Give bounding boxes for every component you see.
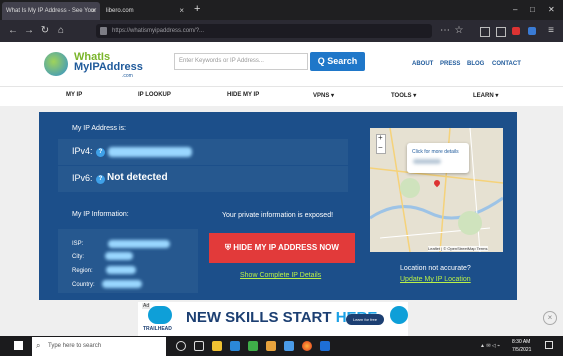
nav-ip-lookup[interactable]: IP LOOKUP: [138, 92, 171, 98]
address-bar[interactable]: https://whatismyipaddress.com/?...: [96, 24, 432, 38]
cortana-icon[interactable]: [176, 341, 186, 351]
map-popup-text[interactable]: Click for more details: [412, 149, 466, 155]
city-label: City:: [72, 254, 84, 260]
search-icon: ⌕: [36, 341, 41, 350]
app-icon[interactable]: [284, 341, 294, 351]
ad-close-icon[interactable]: ×: [543, 311, 557, 325]
nav-link-contact[interactable]: CONTACT: [492, 61, 521, 67]
map-popup[interactable]: [407, 143, 469, 173]
ad-brand: TRAILHEAD: [143, 326, 172, 332]
store-icon[interactable]: [230, 341, 240, 351]
tab-label: What Is My IP Address - See Your: [6, 8, 97, 14]
map-popup-location-redacted: [413, 159, 441, 164]
notification-center-icon[interactable]: [545, 341, 553, 349]
hide-my-ip-button[interactable]: ⛨ HIDE MY IP ADDRESS NOW: [209, 233, 355, 263]
nav-link-press[interactable]: PRESS: [440, 61, 460, 67]
logo-text[interactable]: MyIPAddress: [74, 62, 143, 73]
extension-icon[interactable]: [512, 27, 520, 35]
nav-hide-my-ip[interactable]: HIDE MY IP: [227, 92, 259, 98]
close-icon[interactable]: ×: [179, 2, 184, 20]
library-icon[interactable]: [480, 27, 490, 37]
star-icon[interactable]: ☆: [452, 24, 466, 38]
exposed-warning: Your private information is exposed!: [222, 212, 334, 219]
firefox-icon[interactable]: [302, 341, 312, 351]
map-attribution[interactable]: Leaflet | © OpenStreetMap Terms: [428, 246, 488, 251]
more-icon[interactable]: ⋯: [438, 24, 452, 38]
clock-time[interactable]: 8:30 AM: [512, 339, 530, 345]
country-value-redacted: [102, 280, 142, 288]
maximize-button[interactable]: □: [530, 5, 535, 14]
clock-date[interactable]: 7/5/2021: [512, 347, 531, 353]
zoom-out-button[interactable]: −: [378, 143, 383, 152]
nav-vpns[interactable]: VPNS ▾: [313, 92, 334, 99]
lock-icon: [100, 27, 107, 35]
nav-tools[interactable]: TOOLS ▾: [391, 92, 416, 99]
close-icon[interactable]: ×: [91, 2, 96, 20]
region-label: Region:: [72, 268, 93, 274]
ipv6-value: Not detected: [107, 172, 168, 183]
search-input[interactable]: Enter Keywords or IP Address...: [174, 53, 308, 70]
ad-badge: Ad: [142, 303, 151, 309]
zoom-in-button[interactable]: +: [378, 133, 383, 142]
nav-my-ip[interactable]: MY IP: [66, 92, 82, 98]
minimize-button[interactable]: –: [513, 5, 517, 14]
help-icon[interactable]: ?: [96, 148, 105, 157]
app-icon[interactable]: [320, 341, 330, 351]
city-value-redacted: [105, 252, 133, 260]
region-value-redacted: [106, 266, 136, 274]
nav-link-blog[interactable]: BLOG: [467, 61, 484, 67]
app-icon[interactable]: [266, 341, 276, 351]
forward-icon[interactable]: →: [22, 24, 36, 38]
back-icon[interactable]: ←: [6, 24, 20, 38]
tab-label: libero.com: [106, 8, 134, 14]
ad-headline-text: NEW SKILLS START: [186, 309, 332, 326]
search-button[interactable]: Q Search: [310, 52, 365, 71]
home-icon[interactable]: ⌂: [54, 24, 68, 38]
help-icon[interactable]: ?: [96, 175, 105, 184]
ad-cta-button[interactable]: Learn for free: [346, 314, 384, 325]
nav-learn[interactable]: LEARN ▾: [473, 92, 498, 99]
extension-icon[interactable]: [528, 27, 536, 35]
close-window-button[interactable]: ✕: [548, 5, 555, 14]
file-explorer-icon[interactable]: [212, 341, 222, 351]
trailhead-logo-icon: [148, 306, 172, 324]
logo-subtext: .com: [122, 73, 133, 79]
location-question: Location not accurate?: [400, 265, 471, 272]
reload-icon[interactable]: ↻: [38, 24, 52, 38]
logo-icon[interactable]: [44, 52, 68, 76]
system-tray-icons[interactable]: ▲ ✉ ◁ ⌁: [480, 343, 500, 349]
ipv4-label: IPv4:: [72, 146, 93, 156]
tab-whatismyip[interactable]: What Is My IP Address - See Your ×: [2, 2, 100, 20]
tab-libero[interactable]: libero.com ×: [102, 2, 188, 20]
taskbar-search-placeholder[interactable]: Type here to search: [48, 343, 101, 349]
app-icon[interactable]: [248, 341, 258, 351]
my-ip-heading: My IP Address is:: [72, 125, 126, 132]
update-location-link[interactable]: Update My IP Location: [400, 276, 471, 283]
salesforce-cloud-icon: [390, 306, 408, 324]
menu-icon[interactable]: ≡: [544, 24, 558, 38]
show-ip-details-link[interactable]: Show Complete IP Details: [240, 272, 321, 279]
ipv6-label: IPv6:: [72, 173, 93, 183]
country-label: Country:: [72, 282, 95, 288]
nav-link-about[interactable]: ABOUT: [412, 61, 433, 67]
isp-label: ISP:: [72, 241, 84, 247]
hide-button-label: HIDE MY IP ADDRESS NOW: [233, 243, 339, 252]
task-view-icon[interactable]: [194, 341, 204, 351]
isp-value-redacted: [108, 240, 170, 248]
ipv4-value-redacted: [108, 147, 192, 157]
ip-info-heading: My IP Information:: [72, 211, 129, 218]
windows-start-icon[interactable]: [14, 341, 23, 350]
sidebar-icon[interactable]: [496, 27, 506, 37]
new-tab-button[interactable]: +: [194, 3, 200, 15]
